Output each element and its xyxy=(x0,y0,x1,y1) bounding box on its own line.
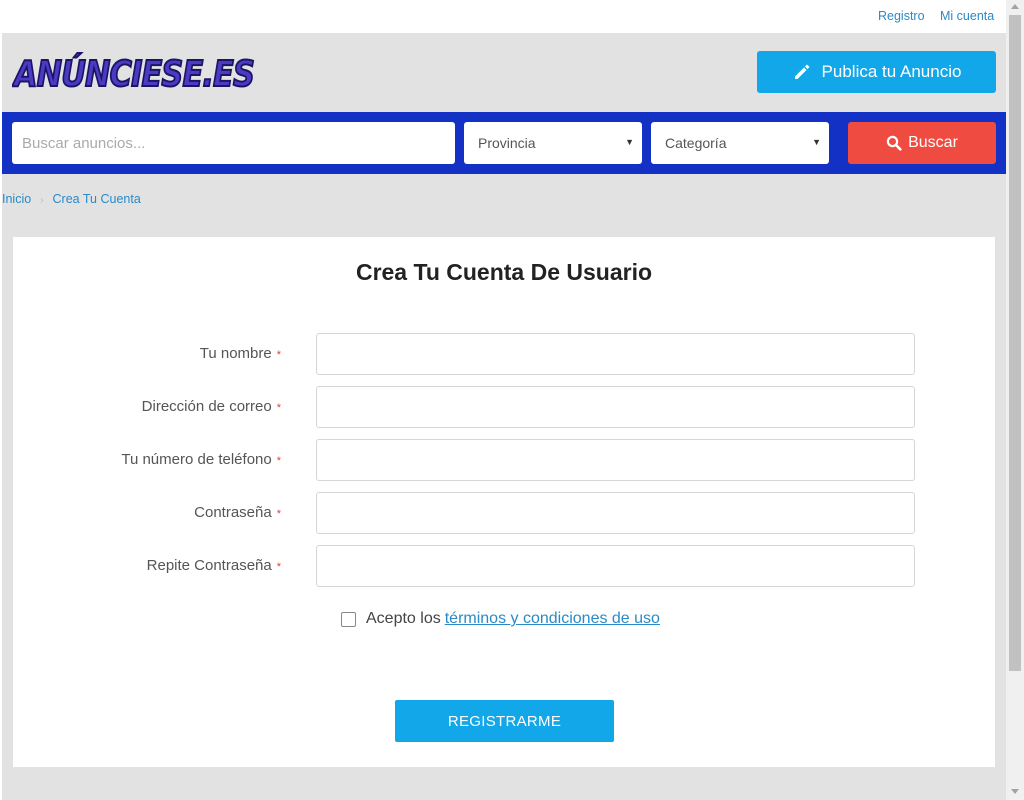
category-select[interactable]: Categoría ▼ xyxy=(651,122,829,164)
publish-ad-button[interactable]: Publica tu Anuncio xyxy=(757,51,996,93)
page-title: Crea Tu Cuenta De Usuario xyxy=(355,259,653,285)
category-select-value: Categoría xyxy=(665,135,727,151)
scrollbar-thumb[interactable] xyxy=(1009,15,1021,671)
repeat-password-field[interactable] xyxy=(316,545,915,587)
terms-text: Acepto los xyxy=(366,610,441,627)
scrollbar[interactable] xyxy=(1006,0,1024,800)
phone-label: Tu número de teléfono * xyxy=(121,451,281,468)
breadcrumb-separator-icon: › xyxy=(40,195,44,206)
required-mark: * xyxy=(276,349,281,361)
my-account-link[interactable]: Mi cuenta xyxy=(940,9,994,23)
search-input[interactable] xyxy=(12,122,455,164)
registration-card: Crea Tu Cuenta De Usuario Tu nombre * Dir… xyxy=(13,237,995,767)
password-field[interactable] xyxy=(316,492,915,534)
search-button-label: Buscar xyxy=(908,134,958,151)
name-row: Tu nombre * xyxy=(13,333,995,375)
province-select[interactable]: Provincia ▼ xyxy=(464,122,642,164)
password-row: Contraseña * xyxy=(13,492,995,534)
name-field[interactable] xyxy=(316,333,915,375)
publish-ad-label: Publica tu Anuncio xyxy=(821,62,962,81)
email-row: Dirección de correo * xyxy=(13,386,995,428)
email-field[interactable] xyxy=(316,386,915,428)
caret-down-icon: ▼ xyxy=(812,137,821,147)
repeat-password-row: Repite Contraseña * xyxy=(13,545,995,587)
pencil-icon xyxy=(794,64,810,79)
required-mark: * xyxy=(276,402,281,414)
required-mark: * xyxy=(276,508,281,520)
top-bar: Registro Mi cuenta xyxy=(2,0,1006,33)
required-mark: * xyxy=(276,561,281,573)
terms-row: Acepto los términos y condiciones de uso xyxy=(341,610,660,628)
site-logo[interactable]: ANÚNCIESE.ES xyxy=(12,50,258,94)
breadcrumb-current-link[interactable]: Crea Tu Cuenta xyxy=(53,192,141,206)
terms-checkbox[interactable] xyxy=(341,611,356,627)
page: Registro Mi cuenta ANÚNCIESE.ES Publica … xyxy=(2,0,1006,800)
register-button[interactable]: REGISTRARME xyxy=(395,700,614,742)
caret-down-icon: ▼ xyxy=(625,137,634,147)
header: ANÚNCIESE.ES Publica tu Anuncio xyxy=(2,33,1006,112)
phone-field[interactable] xyxy=(316,439,915,481)
search-button[interactable]: Buscar xyxy=(848,122,996,164)
breadcrumb-home-link[interactable]: Inicio xyxy=(2,192,31,206)
terms-link[interactable]: términos y condiciones de uso xyxy=(445,610,660,628)
register-button-label: REGISTRARME xyxy=(447,712,562,730)
search-bar: Provincia ▼ Categoría ▼ Buscar xyxy=(2,112,1006,174)
province-select-value: Provincia xyxy=(478,135,536,151)
scroll-up-arrow-icon[interactable] xyxy=(1011,4,1019,9)
breadcrumb: Inicio › Crea Tu Cuenta xyxy=(2,192,141,206)
password-label: Contraseña * xyxy=(194,504,281,521)
scroll-down-arrow-icon[interactable] xyxy=(1011,789,1019,794)
email-label: Dirección de correo * xyxy=(141,398,281,415)
register-link[interactable]: Registro xyxy=(878,9,925,23)
phone-row: Tu número de teléfono * xyxy=(13,439,995,481)
search-icon xyxy=(886,135,902,151)
name-label: Tu nombre * xyxy=(199,345,281,362)
svg-text:ANÚNCIESE.ES: ANÚNCIESE.ES xyxy=(12,53,254,94)
repeat-password-label: Repite Contraseña * xyxy=(146,557,281,574)
required-mark: * xyxy=(276,455,281,467)
